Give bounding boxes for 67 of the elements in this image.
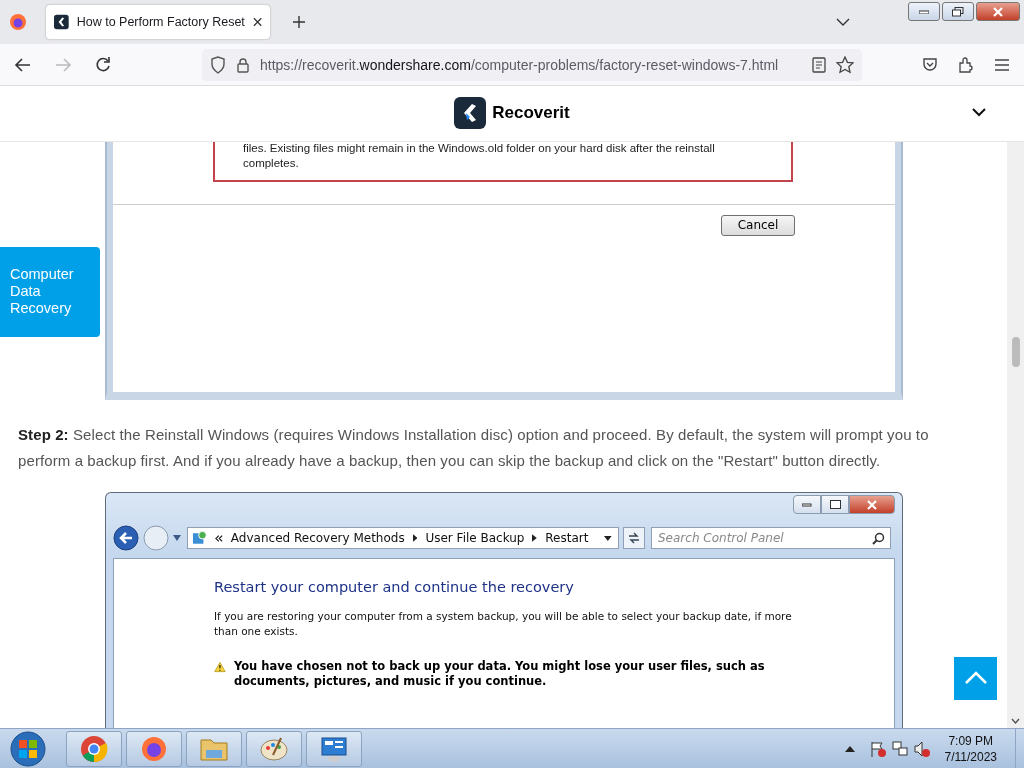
cancel-button[interactable]: Cancel [721,214,795,236]
warning-text: You have chosen not to back up your data. You might lose your user files, such as documents, pictures, and music if you continue. [233,659,766,690]
menu-icon[interactable] [994,57,1010,72]
window-heading: Restart your computer and continue the recovery [214,579,575,596]
breadcrumb-item[interactable]: User File Backup [425,531,525,546]
site-logo-icon [54,14,69,30]
maximize-button[interactable] [821,495,849,515]
breadcrumb-arrow-icon[interactable] [412,534,418,543]
chrome-icon [80,734,108,763]
clock-date: 7/11/2023 [944,748,997,765]
minimize-button[interactable] [908,2,940,21]
control-panel-icon [192,530,208,547]
star-icon[interactable] [836,55,854,74]
brand-name[interactable]: Recoverit [492,103,570,124]
chevron-down-icon[interactable] [836,18,850,26]
address-bar[interactable]: https://recoverit.wondershare.com/computer-problems/factory-reset-windows-7.html [202,48,862,81]
chevron-up-icon [963,671,988,686]
clock-time: 7:09 PM [948,732,994,749]
shield-icon[interactable] [210,55,226,74]
chevron-down-icon[interactable] [972,108,986,117]
address-bar[interactable]: Advanced Recovery Methods User File Backup Restart [187,527,619,550]
browser-tab[interactable]: How to Perform Factory Reset [46,5,270,39]
network-icon[interactable] [890,739,909,758]
close-icon [993,6,1003,17]
breadcrumb-item[interactable]: Advanced Recovery Methods [230,531,405,546]
close-icon[interactable] [252,17,262,27]
close-button[interactable] [976,2,1020,21]
firefox-icon[interactable] [8,12,28,32]
step-paragraph: Step 2: Select the Reinstall Windows (requires Windows Installation disc) option and proceed. By default, the system will prompt you to perform a backup first. And if you already have a backup, then you can skip the backup and click on the "Restart" button directly. [18,425,930,472]
refresh-button[interactable] [623,527,645,550]
taskbar-button[interactable] [66,730,122,767]
speaker-muted-icon[interactable] [912,739,931,758]
breadcrumb-arrow-icon[interactable] [532,534,538,543]
minimize-icon [919,9,929,14]
scrollbar-thumb[interactable] [1011,337,1020,368]
close-icon [867,499,877,510]
taskbar-button[interactable] [306,730,362,767]
scrollbar[interactable] [1007,141,1024,728]
warning-text: files. Existing files might remain in the Windows.old folder on your hard disk after the reinstall completes. [243,141,716,171]
clock[interactable]: 7:09 PM 7/11/2023 [944,732,997,765]
scroll-to-top-button[interactable] [954,656,997,700]
scroll-down-icon[interactable] [1011,718,1020,724]
control-panel-icon [319,734,349,763]
brand-logo-icon[interactable] [454,97,487,130]
taskbar-button[interactable] [246,730,302,767]
pocket-icon[interactable] [922,56,938,73]
refresh-icon [627,531,641,546]
body-text: If you are restoring your computer from a system backup, you will be able to select your backup date, if more than one exists. [214,609,793,640]
new-tab-icon[interactable] [292,15,306,29]
flag-icon[interactable] [868,739,887,758]
maximize-icon [829,500,841,510]
firefox-icon [140,734,168,763]
restore-button[interactable] [942,2,974,21]
show-hidden-icons-icon[interactable] [844,745,855,752]
lock-icon[interactable] [236,56,250,73]
search-icon [872,532,885,546]
double-chevron-icon[interactable] [215,534,223,542]
dropdown-arrow-icon[interactable] [604,535,612,541]
breadcrumb-item[interactable]: Restart [545,531,589,546]
minimize-icon [802,502,812,507]
extensions-icon[interactable] [958,56,974,73]
restore-icon [952,6,964,17]
reader-view-icon[interactable] [812,56,826,73]
taskbar-button[interactable] [126,730,182,767]
close-button[interactable] [849,495,895,515]
search-field[interactable]: Search Control Panel [651,527,891,550]
url-text: https://recoverit.wondershare.com/computer-problems/factory-reset-windows-7.html [260,56,780,73]
